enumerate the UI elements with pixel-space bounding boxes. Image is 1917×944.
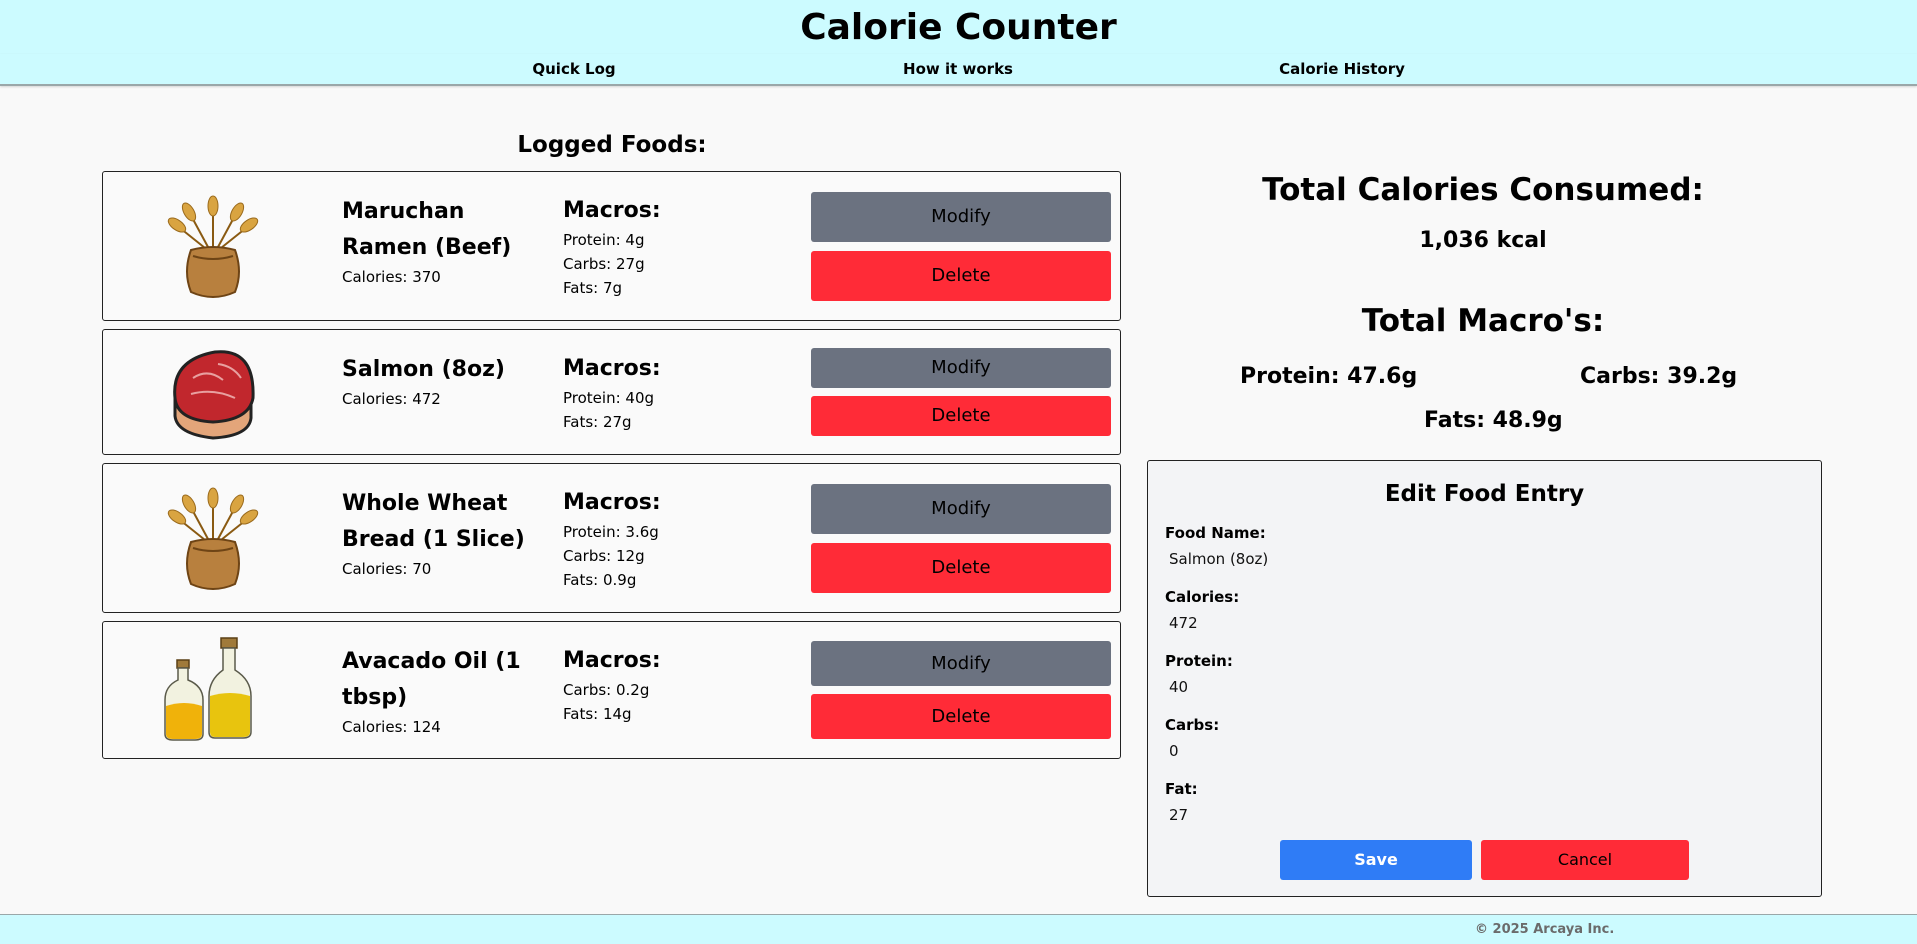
nav-calorie-history[interactable]: Calorie History (1279, 60, 1405, 78)
food-macros: Macros: Protein: 3.6g Carbs: 12g Fats: 0… (563, 486, 753, 592)
calories-field[interactable] (1165, 610, 1473, 636)
food-name: Salmon (8oz) (342, 357, 505, 382)
macros-title: Macros: (563, 356, 661, 381)
calories-label: Calories: (1165, 588, 1240, 606)
protein-field[interactable] (1165, 674, 1473, 700)
food-calories: Calories: 370 (342, 268, 441, 286)
macro-line: Carbs: 12g (563, 547, 645, 565)
save-button[interactable]: Save (1280, 840, 1472, 880)
carbs-field[interactable] (1165, 738, 1473, 764)
food-calories: Calories: 124 (342, 718, 441, 736)
total-protein: Protein: 47.6g (1240, 364, 1418, 389)
protein-label: Protein: (1165, 652, 1233, 670)
app-title: Calorie Counter (800, 7, 1117, 48)
macro-line: Protein: 4g (563, 231, 645, 249)
food-macros: Macros: Protein: 4g Carbs: 27g Fats: 7g (563, 194, 753, 300)
food-name: Whole Wheat Bread (1 Slice) (342, 491, 525, 552)
delete-button[interactable]: Delete (811, 694, 1111, 739)
macro-line: Fats: 27g (563, 413, 632, 431)
app-header: Calorie Counter (0, 0, 1917, 55)
total-calories-value: 1,036 kcal (1419, 228, 1547, 253)
modify-button[interactable]: Modify (811, 641, 1111, 686)
nav-quick-log[interactable]: Quick Log (532, 60, 615, 78)
logged-foods-title: Logged Foods: (517, 132, 707, 158)
cancel-button[interactable]: Cancel (1481, 840, 1689, 880)
macro-line: Fats: 14g (563, 705, 632, 723)
food-info: Avacado Oil (1 tbsp) Calories: 124 (342, 644, 547, 738)
wheat-sack-icon (163, 192, 263, 302)
nav-how-it-works[interactable]: How it works (903, 60, 1013, 78)
food-name: Avacado Oil (1 tbsp) (342, 649, 521, 710)
macro-line: Protein: 40g (563, 389, 655, 407)
food-name-label: Food Name: (1165, 524, 1266, 542)
macro-line: Fats: 7g (563, 279, 623, 297)
macros-title: Macros: (563, 490, 661, 515)
total-carbs: Carbs: 39.2g (1580, 364, 1738, 389)
food-card: Whole Wheat Bread (1 Slice) Calories: 70… (102, 463, 1121, 613)
food-card: Avacado Oil (1 tbsp) Calories: 124 Macro… (102, 621, 1121, 759)
food-card: Maruchan Ramen (Beef) Calories: 370 Macr… (102, 171, 1121, 321)
food-macros: Macros: Protein: 40g Fats: 27g (563, 352, 753, 434)
wheat-sack-icon (163, 484, 263, 594)
macro-line: Carbs: 27g (563, 255, 645, 273)
modify-button[interactable]: Modify (811, 348, 1111, 388)
total-calories-title: Total Calories Consumed: (1262, 172, 1704, 208)
nav-bar: Quick Log How it works Calorie History (0, 54, 1917, 86)
food-calories: Calories: 472 (342, 390, 441, 408)
food-name: Maruchan Ramen (Beef) (342, 199, 512, 260)
edit-food-panel: Edit Food Entry Food Name: Calories: Pro… (1147, 460, 1822, 897)
carbs-label: Carbs: (1165, 716, 1220, 734)
food-name-field[interactable] (1165, 546, 1473, 572)
fat-field[interactable] (1165, 802, 1473, 828)
modify-button[interactable]: Modify (811, 192, 1111, 242)
food-card: Salmon (8oz) Calories: 472 Macros: Prote… (102, 329, 1121, 455)
modify-button[interactable]: Modify (811, 484, 1111, 534)
edit-panel-title: Edit Food Entry (1384, 481, 1585, 507)
macro-line: Protein: 3.6g (563, 523, 659, 541)
footer: © 2025 Arcaya Inc. (0, 914, 1917, 944)
oil-bottles-icon (163, 636, 263, 746)
fat-label: Fat: (1165, 780, 1198, 798)
macros-title: Macros: (563, 648, 661, 673)
steak-icon (163, 338, 263, 448)
food-info: Whole Wheat Bread (1 Slice) Calories: 70 (342, 486, 547, 580)
delete-button[interactable]: Delete (811, 543, 1111, 593)
macro-line: Fats: 0.9g (563, 571, 637, 589)
macro-line: Carbs: 0.2g (563, 681, 650, 699)
delete-button[interactable]: Delete (811, 396, 1111, 436)
food-info: Maruchan Ramen (Beef) Calories: 370 (342, 194, 547, 288)
macros-title: Macros: (563, 198, 661, 223)
delete-button[interactable]: Delete (811, 251, 1111, 301)
total-macros-title: Total Macro's: (1361, 303, 1605, 339)
food-macros: Macros: Carbs: 0.2g Fats: 14g (563, 644, 753, 726)
food-calories: Calories: 70 (342, 560, 432, 578)
food-info: Salmon (8oz) Calories: 472 (342, 352, 547, 410)
total-fats: Fats: 48.9g (1424, 408, 1563, 433)
copyright-text: © 2025 Arcaya Inc. (1475, 922, 1615, 937)
